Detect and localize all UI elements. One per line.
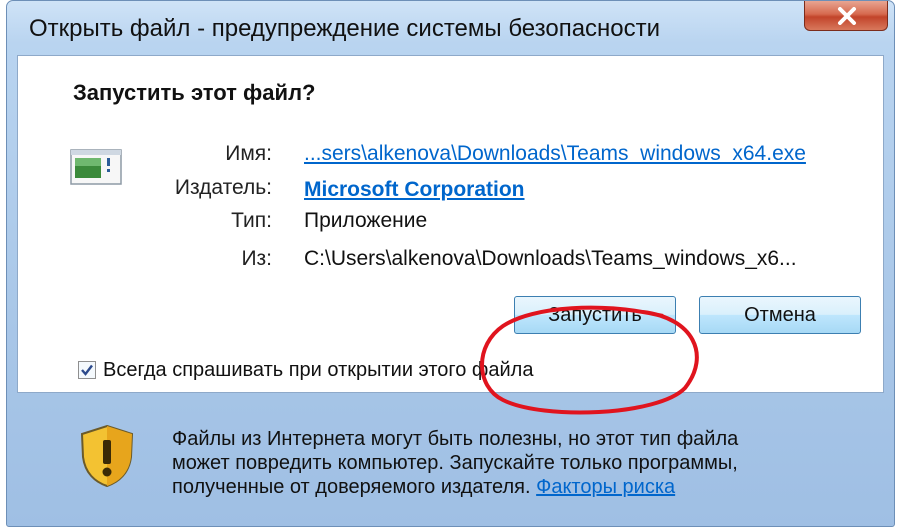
warning-line-1: Файлы из Интернета могут быть полезны, н… (172, 428, 739, 450)
publisher-link[interactable]: Microsoft Corporation (304, 178, 525, 202)
cancel-button[interactable]: Отмена (699, 296, 861, 334)
warning-line-3-text: полученные от доверяемого издателя. (172, 476, 531, 498)
window-title: Открыть файл - предупреждение системы бе… (29, 15, 661, 42)
always-ask-checkbox[interactable] (78, 361, 96, 379)
warning-line-3: полученные от доверяемого издателя. Факт… (172, 475, 738, 499)
checkmark-icon (81, 364, 93, 376)
type-label: Тип: (231, 209, 272, 232)
always-ask-label[interactable]: Всегда спрашивать при открытии этого фай… (103, 359, 533, 382)
close-button[interactable] (804, 1, 888, 31)
warning-text: Файлы из Интернета могут быть полезны, н… (172, 427, 738, 499)
security-warning-dialog: Открыть файл - предупреждение системы бе… (6, 0, 895, 527)
file-name-link[interactable]: ...sers\alkenova\Downloads\Teams_windows… (304, 142, 806, 166)
type-value: Приложение (304, 209, 428, 232)
application-icon (70, 149, 122, 185)
from-label: Из: (241, 247, 272, 270)
close-icon (838, 7, 856, 25)
title-bar[interactable]: Открыть файл - предупреждение системы бе… (7, 1, 894, 55)
security-shield-icon (80, 424, 134, 488)
risk-factors-link[interactable]: Факторы риска (536, 476, 675, 498)
from-value: C:\Users\alkenova\Downloads\Teams_window… (304, 247, 797, 270)
warning-line-2: может повредить компьютер. Запускайте то… (172, 452, 738, 474)
publisher-label: Издатель: (174, 176, 272, 199)
name-label: Имя: (225, 142, 272, 165)
dialog-content: Запустить этот файл? Имя: ...sers\alkeno… (17, 55, 884, 415)
run-question: Запустить этот файл? (73, 80, 316, 105)
warning-panel: Файлы из Интернета могут быть полезны, н… (17, 397, 884, 519)
